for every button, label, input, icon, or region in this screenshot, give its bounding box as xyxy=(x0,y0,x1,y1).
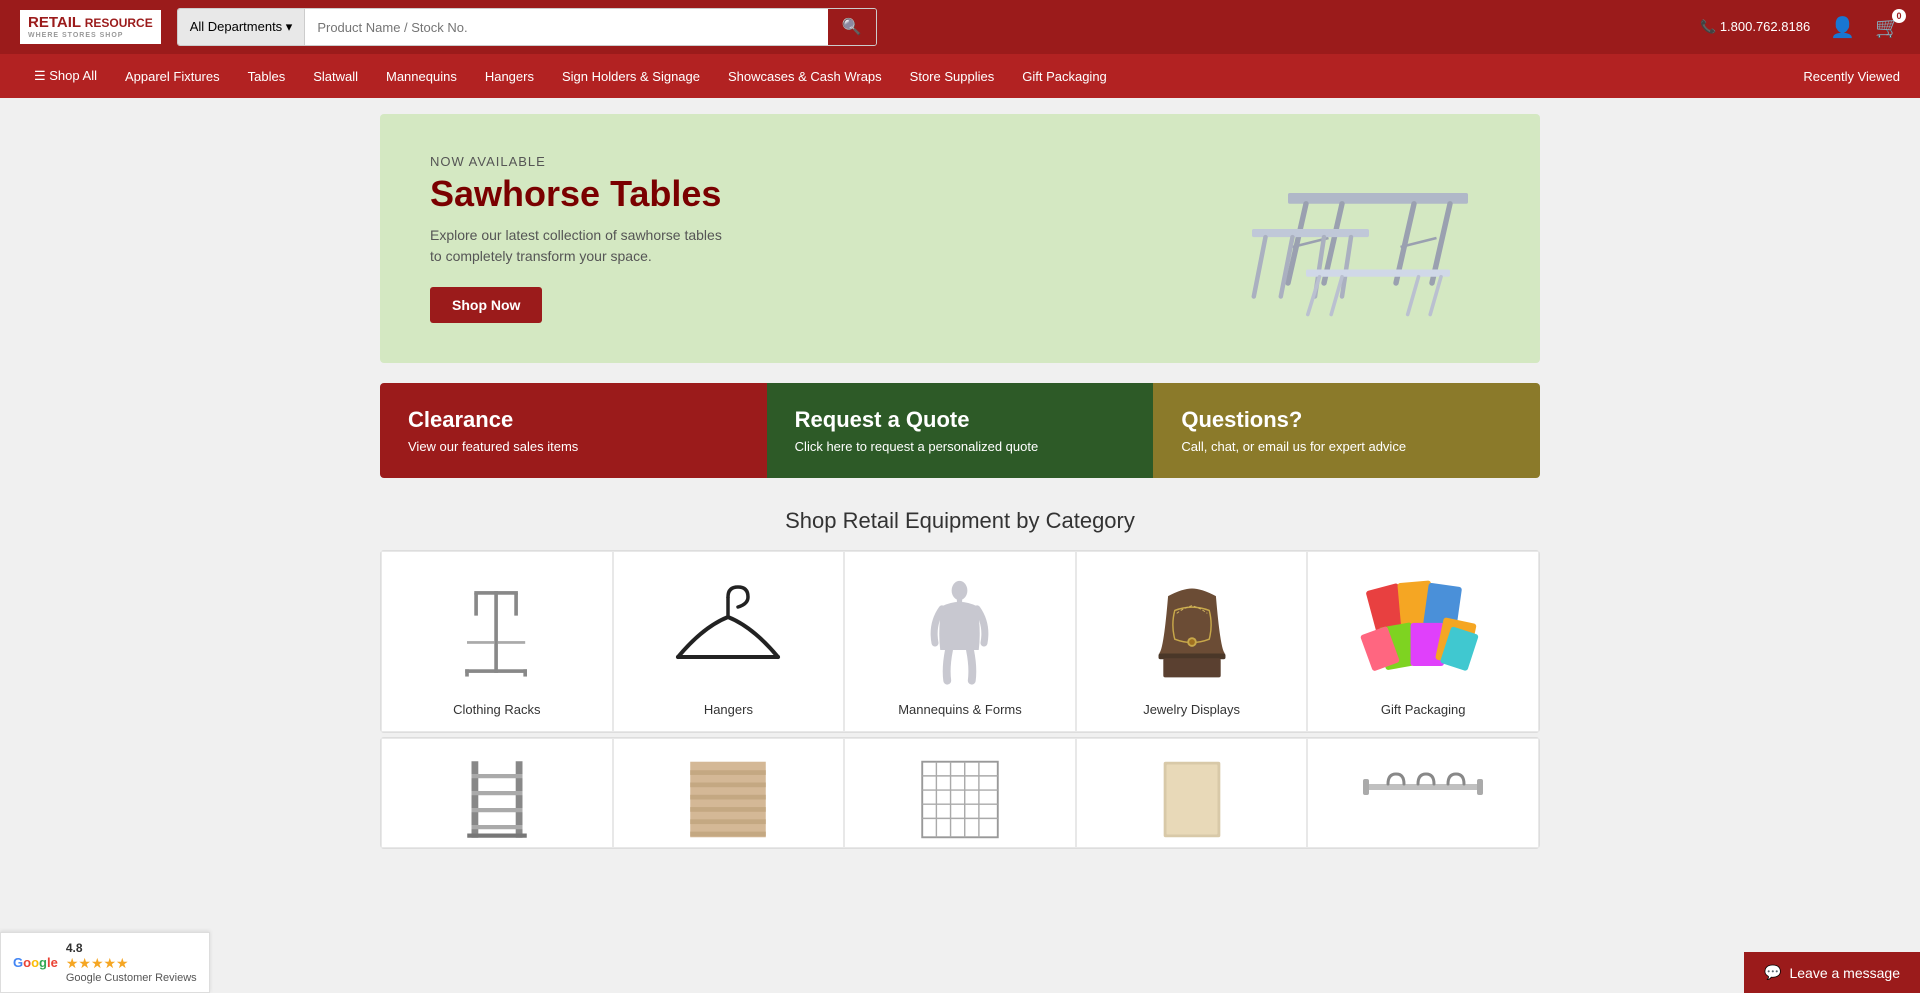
hero-description: Explore our latest collection of sawhors… xyxy=(430,225,1490,267)
quote-promo[interactable]: Request a Quote Click here to request a … xyxy=(767,383,1154,478)
phone-icon: 📞 xyxy=(1700,19,1716,34)
mannequins-image xyxy=(895,572,1025,692)
hanger-svg xyxy=(663,582,793,682)
category-item-5-image xyxy=(1358,759,1488,829)
main-content: NOW AVAILABLE Sawhorse Tables Explore ou… xyxy=(360,98,1560,865)
nav-hangers[interactable]: Hangers xyxy=(471,55,548,98)
category-item-2-image xyxy=(663,759,793,839)
google-logo: Google xyxy=(13,955,58,970)
category-item-4-image xyxy=(1127,759,1257,839)
questions-title: Questions? xyxy=(1181,407,1512,433)
questions-promo[interactable]: Questions? Call, chat, or email us for e… xyxy=(1153,383,1540,478)
nav-slatwall[interactable]: Slatwall xyxy=(299,55,372,98)
gift-packaging-image xyxy=(1358,572,1488,692)
leave-message-button[interactable]: 💬 Leave a message xyxy=(1744,952,1920,993)
rating-value: 4.8 xyxy=(66,941,197,955)
cart-icon-wrapper[interactable]: 🛒 0 xyxy=(1875,15,1900,40)
logo[interactable]: RETAIL RESOURCE WHERE STORES SHOP xyxy=(20,10,161,43)
clothing-racks-label: Clothing Racks xyxy=(453,702,540,717)
clothing-rack-svg xyxy=(442,582,552,682)
department-dropdown[interactable]: All Departments ▾ xyxy=(178,9,306,45)
slatwall-svg xyxy=(678,757,778,842)
gondola-svg xyxy=(462,757,532,842)
nav-store-supplies[interactable]: Store Supplies xyxy=(896,55,1009,98)
category-grid-row1: Clothing Racks Hangers xyxy=(380,550,1540,733)
category-mannequins[interactable]: Mannequins & Forms xyxy=(844,551,1076,732)
category-item-1-image xyxy=(432,759,562,839)
hero-eyebrow: NOW AVAILABLE xyxy=(430,154,1490,169)
clearance-promo[interactable]: Clearance View our featured sales items xyxy=(380,383,767,478)
category-item-3-image xyxy=(895,759,1025,839)
category-item-2[interactable] xyxy=(613,738,845,848)
clothing-racks-image xyxy=(432,572,562,692)
hero-title: Sawhorse Tables xyxy=(430,173,1490,215)
clearance-desc: View our featured sales items xyxy=(408,439,739,454)
hero-content: NOW AVAILABLE Sawhorse Tables Explore ou… xyxy=(430,154,1490,323)
star-rating: ★★★★★ xyxy=(66,955,197,972)
main-nav: ☰ Shop All Apparel Fixtures Tables Slatw… xyxy=(0,54,1920,98)
mannequin-svg xyxy=(922,580,997,685)
site-header: RETAIL RESOURCE WHERE STORES SHOP All De… xyxy=(0,0,1920,54)
cart-badge: 0 xyxy=(1892,9,1906,23)
category-hangers[interactable]: Hangers xyxy=(613,551,845,732)
google-reviews-widget[interactable]: Google 4.8 ★★★★★ Google Customer Reviews xyxy=(0,932,210,993)
user-icon: 👤 xyxy=(1830,17,1855,39)
nav-gift-packaging[interactable]: Gift Packaging xyxy=(1008,55,1121,98)
jewelry-image xyxy=(1127,572,1257,692)
gift-packaging-label: Gift Packaging xyxy=(1381,702,1466,717)
category-section-title: Shop Retail Equipment by Category xyxy=(380,508,1540,534)
clearance-title: Clearance xyxy=(408,407,739,433)
google-reviews-label: Google Customer Reviews xyxy=(66,972,197,984)
hero-banner: NOW AVAILABLE Sawhorse Tables Explore ou… xyxy=(380,114,1540,363)
header-actions: 📞 1.800.762.8186 👤 🛒 0 xyxy=(1700,15,1900,40)
nav-tables[interactable]: Tables xyxy=(234,55,300,98)
category-item-1[interactable] xyxy=(381,738,613,848)
questions-desc: Call, chat, or email us for expert advic… xyxy=(1181,439,1512,454)
nav-sign-holders[interactable]: Sign Holders & Signage xyxy=(548,55,714,98)
gift-packaging-svg xyxy=(1358,577,1488,687)
nav-apparel-fixtures[interactable]: Apparel Fixtures xyxy=(111,55,234,98)
grid-wall-svg xyxy=(915,757,1005,842)
chat-icon: 💬 xyxy=(1764,964,1781,981)
category-grid-row2 xyxy=(380,737,1540,849)
category-item-4[interactable] xyxy=(1076,738,1308,848)
logo-text: RETAIL RESOURCE WHERE STORES SHOP xyxy=(28,15,153,39)
recently-viewed[interactable]: Recently Viewed xyxy=(1803,55,1900,98)
search-button[interactable]: 🔍 xyxy=(828,9,876,45)
promo-row: Clearance View our featured sales items … xyxy=(380,383,1540,478)
nav-shop-all[interactable]: ☰ Shop All xyxy=(20,54,111,98)
category-item-5[interactable] xyxy=(1307,738,1539,848)
jewelry-display-svg xyxy=(1132,577,1252,687)
hero-shop-now-button[interactable]: Shop Now xyxy=(430,287,542,323)
account-icon[interactable]: 👤 xyxy=(1830,15,1855,40)
nav-showcases[interactable]: Showcases & Cash Wraps xyxy=(714,55,896,98)
jewelry-label: Jewelry Displays xyxy=(1143,702,1240,717)
category-jewelry[interactable]: Jewelry Displays xyxy=(1076,551,1308,732)
reviews-content: 4.8 ★★★★★ Google Customer Reviews xyxy=(66,941,197,984)
hangrail-svg xyxy=(1358,759,1488,829)
panel-svg xyxy=(1147,757,1237,842)
quote-desc: Click here to request a personalized quo… xyxy=(795,439,1126,454)
search-icon: 🔍 xyxy=(842,19,862,36)
hangers-image xyxy=(663,572,793,692)
search-bar: All Departments ▾ 🔍 xyxy=(177,8,877,46)
category-item-3[interactable] xyxy=(844,738,1076,848)
category-gift-packaging[interactable]: Gift Packaging xyxy=(1307,551,1539,732)
phone-link[interactable]: 📞 1.800.762.8186 xyxy=(1700,19,1810,35)
quote-title: Request a Quote xyxy=(795,407,1126,433)
category-clothing-racks[interactable]: Clothing Racks xyxy=(381,551,613,732)
nav-mannequins[interactable]: Mannequins xyxy=(372,55,471,98)
search-input[interactable] xyxy=(305,9,827,45)
mannequins-label: Mannequins & Forms xyxy=(898,702,1022,717)
hangers-label: Hangers xyxy=(704,702,753,717)
